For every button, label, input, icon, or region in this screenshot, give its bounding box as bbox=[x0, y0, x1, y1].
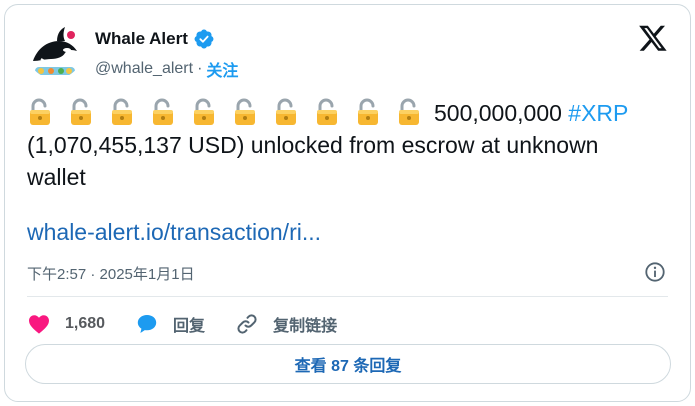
copy-link-label: 复制链接 bbox=[273, 318, 338, 335]
unlock-emoji-icon bbox=[109, 98, 135, 126]
handle-separator: · bbox=[197, 60, 203, 77]
like-button[interactable]: 1,680 bbox=[27, 312, 105, 336]
reply-bubble-icon bbox=[137, 315, 157, 333]
author-display-name[interactable]: Whale Alert bbox=[95, 29, 188, 49]
tweet-card: Whale Alert @whale_alert · 关注 500,000,00… bbox=[4, 4, 691, 402]
action-bar: 1,680 回复 复制链接 bbox=[27, 308, 367, 340]
reply-label: 回复 bbox=[173, 318, 206, 335]
unlock-emoji-icon bbox=[68, 98, 94, 126]
unlock-emoji-icon bbox=[273, 98, 299, 126]
divider bbox=[27, 296, 668, 297]
transaction-link[interactable]: whale-alert.io/transaction/ri... bbox=[27, 219, 321, 246]
tweet-text: 500,000,000 #XRP (1,070,455,137 USD) unl… bbox=[27, 97, 647, 193]
tweet-body: (1,070,455,137 USD) unlocked from escrow… bbox=[27, 132, 599, 190]
view-replies-button[interactable]: 查看 87 条回复 bbox=[25, 344, 671, 384]
info-icon[interactable] bbox=[644, 261, 666, 283]
unlock-emoji-icon bbox=[396, 98, 422, 126]
x-logo-icon[interactable] bbox=[638, 23, 668, 53]
unlock-emoji-icon bbox=[191, 98, 217, 126]
avatar[interactable] bbox=[27, 23, 83, 79]
reply-button[interactable]: 回复 bbox=[135, 312, 205, 336]
tweet-amount: 500,000,000 bbox=[434, 100, 562, 126]
hashtag-xrp[interactable]: #XRP bbox=[568, 100, 628, 126]
verified-badge-icon bbox=[194, 29, 214, 49]
like-count: 1,680 bbox=[65, 315, 106, 332]
tweet-timestamp[interactable]: 下午2:57 · 2025年1月1日 bbox=[27, 263, 195, 284]
unlock-emoji-icon bbox=[314, 98, 340, 126]
author-handle[interactable]: @whale_alert bbox=[95, 60, 193, 78]
unlock-emoji-icon bbox=[355, 98, 381, 126]
copy-link-button[interactable]: 复制链接 bbox=[235, 312, 337, 336]
author-handle-row: @whale_alert · 关注 bbox=[95, 57, 238, 81]
unlock-emoji-icon bbox=[27, 98, 53, 126]
heart-icon bbox=[29, 315, 49, 334]
unlock-emoji-icon bbox=[150, 98, 176, 126]
follow-button[interactable]: 关注 bbox=[206, 57, 238, 81]
unlock-emoji-row bbox=[27, 98, 422, 126]
unlock-emoji-icon bbox=[232, 98, 258, 126]
link-chain-icon bbox=[237, 314, 257, 334]
author-name-row: Whale Alert bbox=[95, 29, 214, 49]
